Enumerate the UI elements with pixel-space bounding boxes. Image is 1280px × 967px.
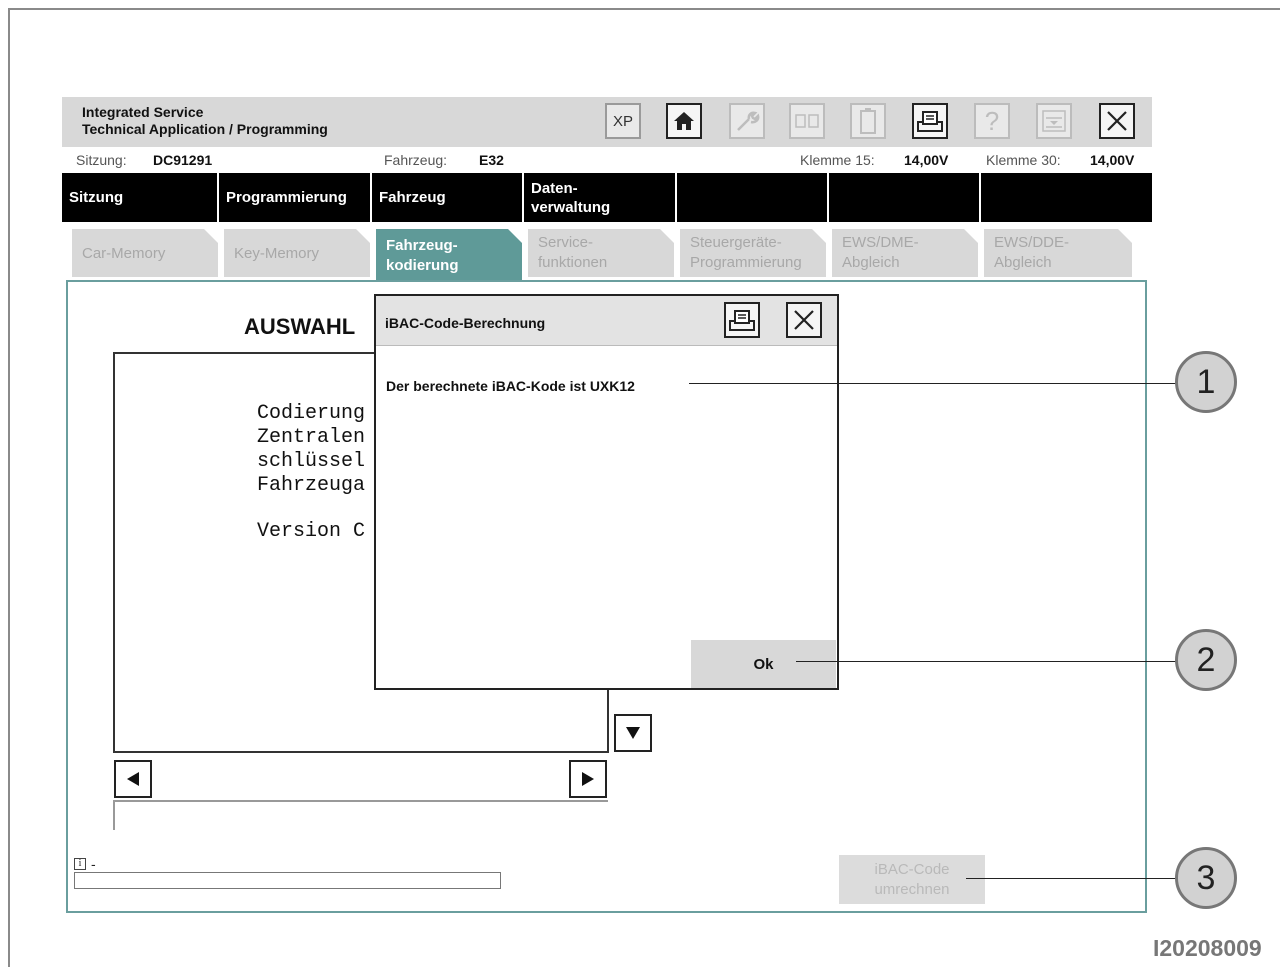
arrow-right-icon bbox=[582, 772, 594, 786]
info-line: i - bbox=[74, 856, 96, 872]
text-field[interactable] bbox=[113, 800, 608, 830]
fahrzeug-label: Fahrzeug: bbox=[384, 152, 448, 168]
arrow-left-icon bbox=[127, 772, 139, 786]
tab-car-memory[interactable]: Car-Memory bbox=[72, 229, 218, 277]
info-text: - bbox=[91, 856, 96, 872]
menu-item-fahrzeug[interactable]: Fahrzeug bbox=[372, 173, 524, 222]
scroll-right-button[interactable] bbox=[569, 760, 607, 798]
help-button[interactable]: ? bbox=[974, 103, 1010, 139]
swap-button[interactable] bbox=[789, 103, 825, 139]
wrench-icon bbox=[737, 111, 760, 131]
section-heading: AUSWAHL bbox=[244, 314, 356, 339]
progress-bar bbox=[74, 872, 501, 889]
tab-steuergeraete-programmierung[interactable]: Steuergeräte- Programmierung bbox=[680, 229, 826, 277]
image-id: I20208009 bbox=[1153, 935, 1262, 961]
ibac-dialog: iBAC-Code-Berechnung Der berechnete iBAC… bbox=[374, 294, 839, 690]
menu-item-empty-2 bbox=[829, 173, 981, 222]
main-menu: Sitzung Programmierung Fahrzeug Daten-ve… bbox=[62, 173, 1152, 222]
sitzung-value: DC91291 bbox=[153, 152, 213, 168]
ibac-umrechnen-button[interactable]: iBAC-Code umrechnen bbox=[839, 855, 985, 904]
klemme15-label: Klemme 15: bbox=[800, 152, 875, 168]
dialog-close-button[interactable] bbox=[786, 302, 822, 338]
help-icon: ? bbox=[984, 105, 1000, 136]
list-line: schlüssel bbox=[257, 450, 366, 473]
list-line: Codierung bbox=[257, 402, 366, 425]
minimize-icon bbox=[1042, 110, 1066, 132]
callout-line bbox=[796, 661, 1176, 662]
ok-button[interactable]: Ok bbox=[691, 640, 836, 688]
menu-item-empty-3 bbox=[981, 173, 1152, 222]
menu-item-sitzung[interactable]: Sitzung bbox=[62, 173, 219, 222]
menu-item-datenverwaltung[interactable]: Daten-verwaltung bbox=[524, 173, 677, 222]
battery-button[interactable] bbox=[850, 103, 886, 139]
callout-1: 1 bbox=[1175, 351, 1237, 413]
tools-button[interactable] bbox=[729, 103, 765, 139]
tab-servicefunktionen[interactable]: Service-funktionen bbox=[528, 229, 674, 277]
scroll-left-button[interactable] bbox=[114, 760, 152, 798]
callout-2: 2 bbox=[1175, 629, 1237, 691]
dialog-print-button[interactable] bbox=[724, 302, 760, 338]
list-line: Fahrzeuga bbox=[257, 474, 366, 497]
print-icon bbox=[917, 111, 943, 132]
info-icon: i bbox=[74, 858, 86, 870]
app-title: Integrated Service Technical Application… bbox=[82, 104, 328, 137]
status-bar: Sitzung: DC91291 Fahrzeug: E32 Klemme 15… bbox=[62, 150, 1152, 172]
fahrzeug-value: E32 bbox=[479, 152, 504, 168]
dialog-title: iBAC-Code-Berechnung bbox=[385, 315, 546, 331]
list-line: Version C bbox=[257, 520, 366, 543]
close-icon bbox=[1107, 111, 1127, 131]
tab-fahrzeugkodierung[interactable]: Fahrzeug-kodierung bbox=[376, 229, 522, 281]
close-button[interactable] bbox=[1099, 103, 1135, 139]
scroll-down-button[interactable] bbox=[614, 714, 652, 752]
arrow-down-icon bbox=[626, 727, 640, 739]
klemme30-label: Klemme 30: bbox=[986, 152, 1061, 168]
swap-icon bbox=[795, 114, 819, 128]
tab-ews-dme-abgleich[interactable]: EWS/DME- Abgleich bbox=[832, 229, 978, 277]
list-line: Zentralen bbox=[257, 426, 366, 449]
klemme30-value: 14,00V bbox=[1090, 152, 1135, 168]
menu-item-programmierung[interactable]: Programmierung bbox=[219, 173, 372, 222]
menu-item-empty-1 bbox=[677, 173, 829, 222]
klemme15-value: 14,00V bbox=[904, 152, 949, 168]
home-icon bbox=[674, 112, 694, 130]
dialog-titlebar: iBAC-Code-Berechnung bbox=[376, 296, 837, 346]
print-icon bbox=[729, 310, 755, 331]
home-button[interactable] bbox=[666, 103, 702, 139]
callout-line bbox=[689, 383, 1176, 384]
xp-button[interactable]: XP bbox=[605, 103, 641, 139]
sitzung-label: Sitzung: bbox=[76, 152, 127, 168]
minimize-button[interactable] bbox=[1036, 103, 1072, 139]
battery-icon bbox=[860, 108, 876, 134]
callout-line bbox=[966, 878, 1176, 879]
tab-ews-dde-abgleich[interactable]: EWS/DDE- Abgleich bbox=[984, 229, 1132, 277]
callout-3: 3 bbox=[1175, 847, 1237, 909]
close-icon bbox=[794, 310, 814, 330]
app-header: Integrated Service Technical Application… bbox=[62, 97, 1152, 147]
print-button[interactable] bbox=[912, 103, 948, 139]
dialog-message: Der berechnete iBAC-Kode ist UXK12 bbox=[386, 378, 635, 394]
tab-key-memory[interactable]: Key-Memory bbox=[224, 229, 370, 277]
